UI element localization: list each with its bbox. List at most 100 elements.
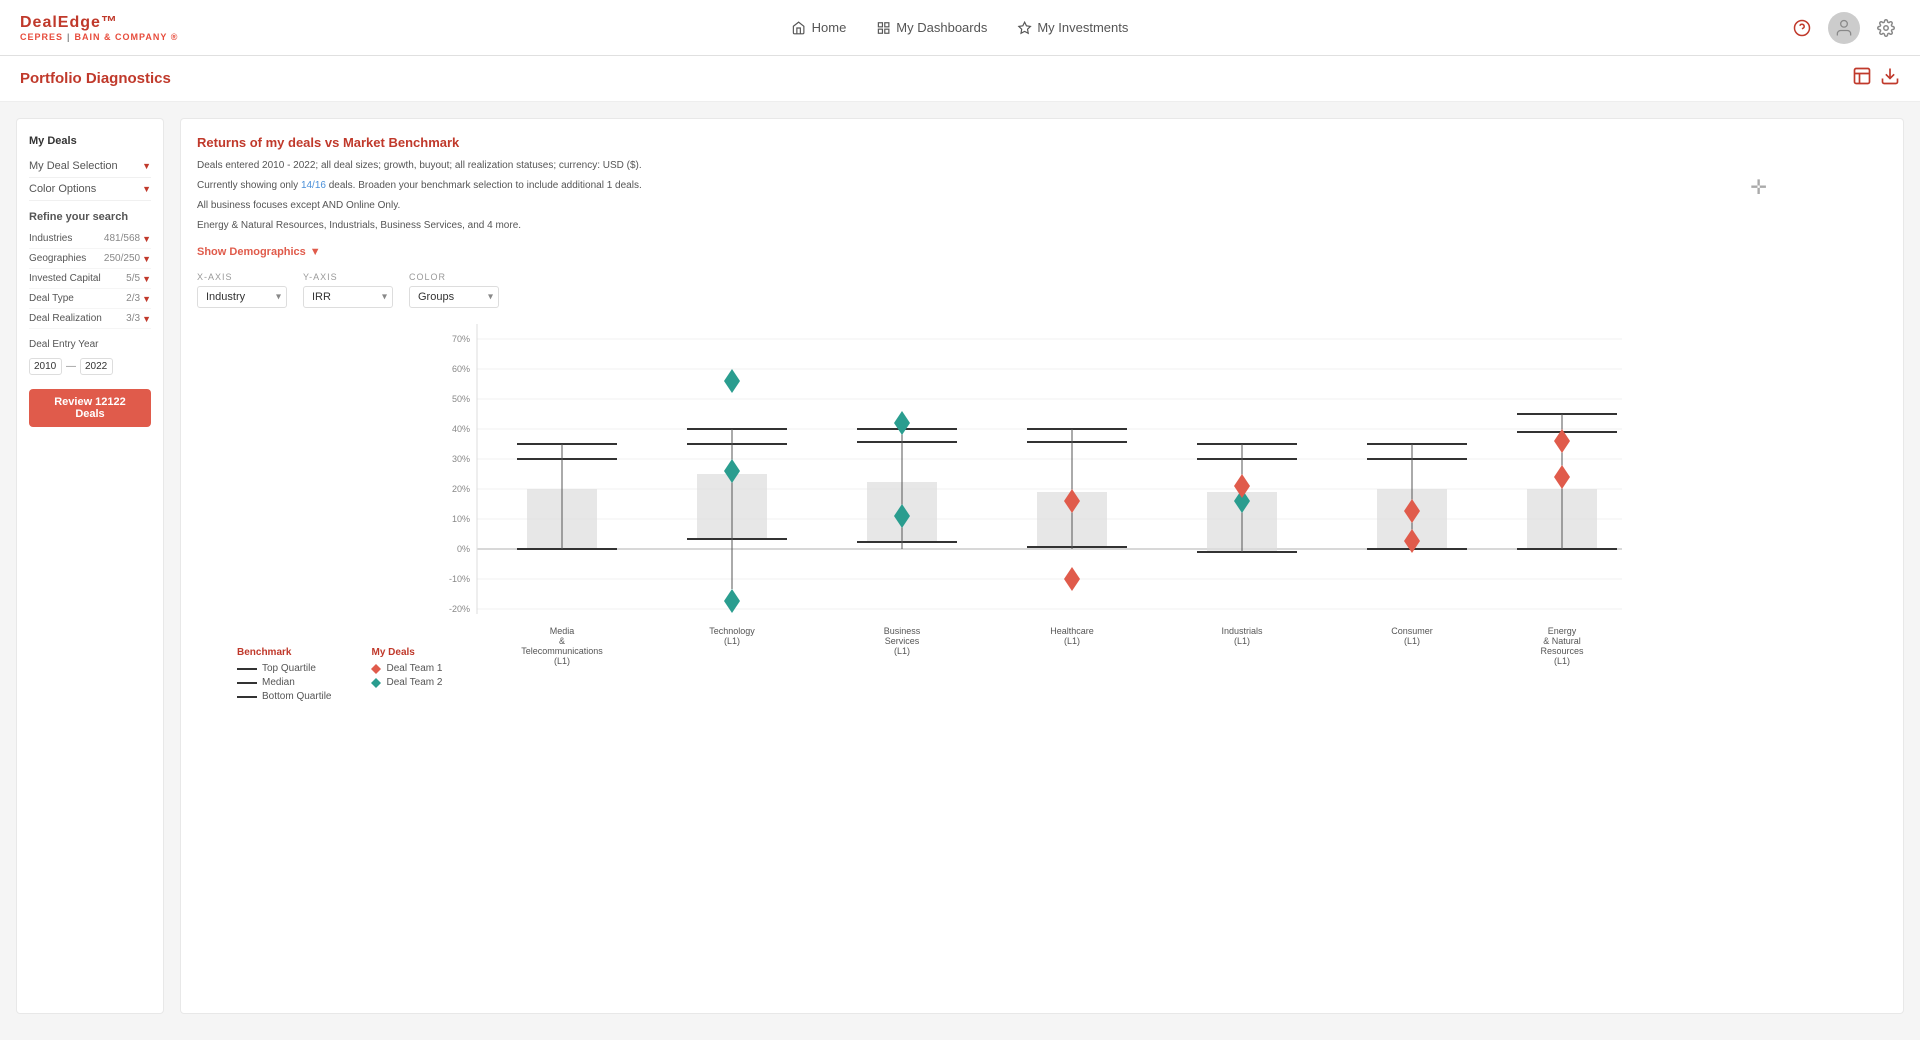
median-line (237, 682, 257, 684)
svg-text:(L1): (L1) (554, 656, 570, 666)
filter-invested-capital-label: Invested Capital (29, 273, 101, 284)
chart-title: Returns of my deals vs Market Benchmark (197, 135, 1887, 150)
x-axis-select[interactable]: Industry Geography Deal Type (197, 286, 287, 308)
my-deals-title: My Deals (29, 135, 151, 147)
svg-text:Consumer: Consumer (1391, 626, 1433, 636)
svg-text:Energy: Energy (1548, 626, 1577, 636)
benchmark-legend: Benchmark Top Quartile Median Bottom Qua… (237, 647, 331, 702)
page-title: Portfolio Diagnostics (20, 70, 171, 87)
svg-text:-20%: -20% (449, 604, 470, 614)
deal-selection-row[interactable]: My Deal Selection ▼ (29, 155, 151, 178)
legend-bottom-quartile: Bottom Quartile (237, 691, 331, 702)
x-axis-group: X-AXIS Industry Geography Deal Type (197, 272, 287, 308)
legend-deal-team-1: Deal Team 1 (371, 663, 442, 674)
avatar[interactable] (1828, 12, 1860, 44)
main-content: My Deals My Deal Selection ▼ Color Optio… (0, 102, 1920, 1030)
chart-legend: Benchmark Top Quartile Median Bottom Qua… (197, 647, 1887, 702)
filter-deal-realization-label: Deal Realization (29, 313, 102, 324)
review-button[interactable]: Review 12122 Deals (29, 389, 151, 427)
year-to-select[interactable]: 202220212020 (80, 358, 113, 375)
svg-text:(L1): (L1) (1404, 636, 1420, 646)
filter-deal-realization-value: 3/3 ▼ (126, 313, 151, 324)
svg-text:(L1): (L1) (1064, 636, 1080, 646)
nav-home[interactable]: Home (792, 20, 847, 35)
svg-text:Technology: Technology (709, 626, 755, 636)
chart-info-2: Currently showing only 14/16 deals. Broa… (197, 178, 1887, 194)
svg-text:(L1): (L1) (724, 636, 740, 646)
filter-invested-capital[interactable]: Invested Capital 5/5 ▼ (29, 269, 151, 289)
logo-brand: CEPRES (20, 32, 63, 42)
color-options-row[interactable]: Color Options ▼ (29, 178, 151, 201)
y-axis-label: Y-AXIS (303, 272, 393, 282)
header: DealEdge™ CEPRES | BAIN & COMPANY ® Home… (0, 0, 1920, 56)
filter-industries[interactable]: Industries 481/568 ▼ (29, 229, 151, 249)
svg-text:-10%: -10% (449, 574, 470, 584)
deal-selection-chevron: ▼ (142, 161, 151, 171)
svg-text:60%: 60% (452, 364, 470, 374)
logo-main: DealEdge™ (20, 14, 178, 32)
filter-industries-value: 481/568 ▼ (104, 233, 151, 244)
logo: DealEdge™ CEPRES | BAIN & COMPANY ® (20, 14, 178, 42)
svg-text:20%: 20% (452, 484, 470, 494)
help-button[interactable] (1788, 14, 1816, 42)
benchmark-legend-title: Benchmark (237, 647, 331, 658)
geographies-filter-icon: ▼ (142, 254, 151, 264)
y-axis-select-wrapper: IRR MOIC DPI (303, 286, 393, 308)
filter-deal-type-label: Deal Type (29, 293, 74, 304)
svg-text:40%: 40% (452, 424, 470, 434)
filter-deal-type-value: 2/3 ▼ (126, 293, 151, 304)
color-select-wrapper: Groups None (409, 286, 499, 308)
star-icon (1017, 21, 1031, 35)
top-quartile-line (237, 668, 257, 670)
help-icon (1793, 19, 1811, 37)
svg-text:Media: Media (550, 626, 575, 636)
y-axis-select[interactable]: IRR MOIC DPI (303, 286, 393, 308)
svg-text:Business: Business (884, 626, 921, 636)
deal-realization-filter-icon: ▼ (142, 314, 151, 324)
year-range: 201020112012 — 202220212020 (29, 358, 151, 375)
entry-year-label: Deal Entry Year (29, 339, 151, 350)
filter-geographies[interactable]: Geographies 250/250 ▼ (29, 249, 151, 269)
page-actions (1852, 66, 1900, 91)
header-nav: Home My Dashboards My Investments (792, 20, 1129, 35)
download-icon (1880, 66, 1900, 86)
filter-geographies-label: Geographies (29, 253, 86, 264)
dashboards-icon (876, 21, 890, 35)
svg-text:Services: Services (885, 636, 920, 646)
axis-controls: X-AXIS Industry Geography Deal Type Y-AX… (197, 272, 1887, 308)
logo-sub: CEPRES | BAIN & COMPANY ® (20, 32, 178, 42)
nav-investments[interactable]: My Investments (1017, 20, 1128, 35)
demographics-chevron-icon: ▼ (310, 246, 321, 258)
svg-text:Resources: Resources (1540, 646, 1584, 656)
x-axis-select-wrapper: Industry Geography Deal Type (197, 286, 287, 308)
nav-dashboards[interactable]: My Dashboards (876, 20, 987, 35)
color-label: Color (409, 272, 499, 282)
filter-industries-label: Industries (29, 233, 72, 244)
industries-filter-icon: ▼ (142, 234, 151, 244)
chart-info-4: Energy & Natural Resources, Industrials,… (197, 218, 1887, 234)
export-button[interactable] (1852, 66, 1872, 91)
svg-text:Industrials: Industrials (1221, 626, 1263, 636)
color-select[interactable]: Groups None (409, 286, 499, 308)
my-deals-legend: My Deals Deal Team 1 Deal Team 2 (371, 647, 442, 702)
svg-text:30%: 30% (452, 454, 470, 464)
svg-text:10%: 10% (452, 514, 470, 524)
bottom-quartile-line (237, 696, 257, 698)
color-options-label: Color Options (29, 183, 96, 195)
show-demographics-button[interactable]: Show Demographics ▼ (197, 246, 321, 258)
page-title-bar: Portfolio Diagnostics (0, 56, 1920, 102)
settings-button[interactable] (1872, 14, 1900, 42)
svg-text:& Natural: & Natural (1543, 636, 1581, 646)
x-axis-label: X-AXIS (197, 272, 287, 282)
svg-text:(L1): (L1) (1554, 656, 1570, 666)
deal-team-1-icon (371, 664, 381, 674)
move-handle[interactable]: ✛ (1750, 175, 1767, 200)
gear-icon (1877, 19, 1895, 37)
year-from-select[interactable]: 201020112012 (29, 358, 62, 375)
y-axis-group: Y-AXIS IRR MOIC DPI (303, 272, 393, 308)
filter-deal-realization[interactable]: Deal Realization 3/3 ▼ (29, 309, 151, 329)
download-button[interactable] (1880, 66, 1900, 91)
legend-median: Median (237, 677, 331, 688)
home-icon (792, 21, 806, 35)
filter-deal-type[interactable]: Deal Type 2/3 ▼ (29, 289, 151, 309)
